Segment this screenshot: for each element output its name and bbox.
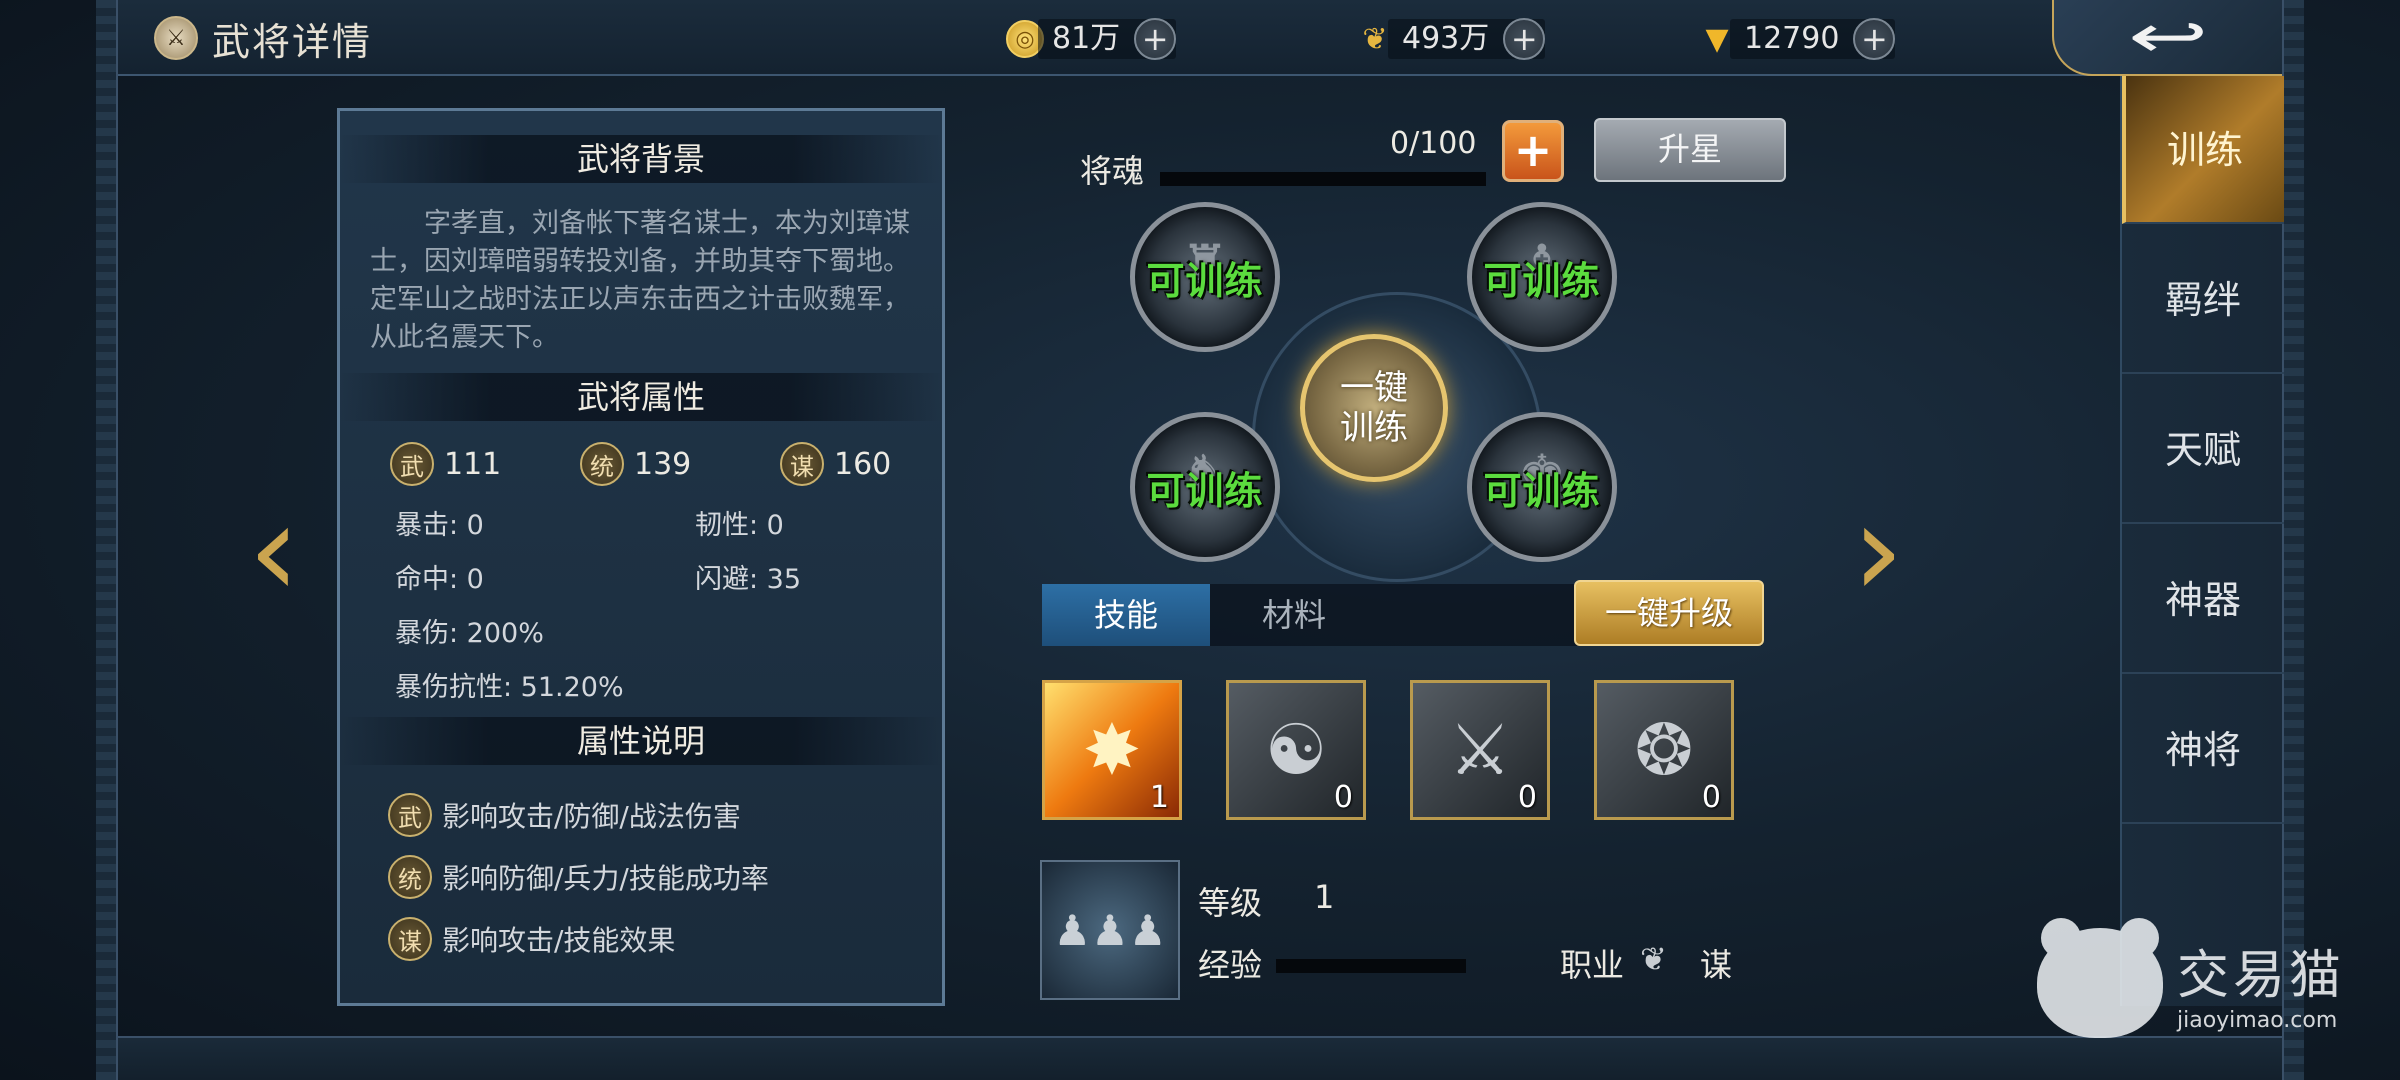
train-node-label: 可训练 xyxy=(1483,468,1601,513)
soul-label: 将魂 xyxy=(1080,152,1145,190)
coin-resource: ◎ 81万 + xyxy=(1006,18,1177,60)
train-node-label: 可训练 xyxy=(1146,468,1264,513)
desc-command: 统 影响防御/兵力/技能成功率 xyxy=(388,855,769,899)
background-title: 武将背景 xyxy=(340,135,942,183)
stat-martial: 武 111 xyxy=(390,442,501,486)
soul-value: 0/100 xyxy=(1390,126,1477,161)
background-text: 字孝直，刘备帐下著名谋士，本为刘璋谋士，因刘璋暗弱转投刘备，并助其夺下蜀地。定军… xyxy=(370,208,910,353)
training-area: 将魂 0/100 + 升星 ♜ 可训练 ♝ 可训练 ♞ 可训练 ♚ 可训练 一键… xyxy=(1000,102,1812,1012)
level-label: 等级 xyxy=(1198,884,1263,922)
watermark: 交易猫 jiaoyimao.com xyxy=(2036,918,2345,1038)
right-ornament-border xyxy=(2282,0,2304,1080)
main-stats-row: 武 111 统 139 谋 160 xyxy=(390,439,912,489)
skill-slot-1[interactable]: ✸ 1 xyxy=(1042,680,1182,820)
prev-general-arrow[interactable]: ‹ xyxy=(248,470,300,630)
hit-stat: 命中: 0 xyxy=(395,564,484,595)
bottom-bar xyxy=(118,1036,2282,1080)
command-icon: 统 xyxy=(388,855,432,899)
crit-damage-stat: 暴伤: 200% xyxy=(395,618,544,649)
watermark-en: jiaoyimao.com xyxy=(2176,1008,2338,1033)
title-group: ⚔ 武将详情 xyxy=(154,10,372,66)
top-bar: ⚔ 武将详情 ◎ 81万 + ❦ 493万 + ▼ 12790 + ↩ xyxy=(118,0,2282,76)
general-helmet-icon: ⚔ xyxy=(154,16,198,60)
nav-item-train[interactable]: 训练 xyxy=(2122,76,2284,224)
nav-item-talent[interactable]: 天赋 xyxy=(2122,376,2284,524)
train-node-top-right[interactable]: ♝ 可训练 xyxy=(1467,202,1617,352)
command-icon: 统 xyxy=(580,442,624,486)
attr-desc-title: 属性说明 xyxy=(340,717,942,765)
tab-skill[interactable]: 技能 xyxy=(1042,584,1210,646)
crit-resist-stat: 暴伤抗性: 51.20% xyxy=(395,672,624,703)
desc-strategy: 谋 影响攻击/技能效果 xyxy=(388,917,675,961)
level-value: 1 xyxy=(1314,878,1335,916)
stat-strategy-value: 160 xyxy=(834,446,892,482)
stat-command-value: 139 xyxy=(634,446,692,482)
soul-progress-bar xyxy=(1160,172,1486,186)
one-key-train-button[interactable]: 一键 训练 xyxy=(1300,334,1448,482)
watermark-cn: 交易猫 xyxy=(2176,946,2345,1006)
back-arrow-icon: ↩ xyxy=(2127,2,2209,72)
soul-add-button[interactable]: + xyxy=(1502,120,1564,182)
skill-level: 0 xyxy=(1701,780,1721,815)
skill-slot-4[interactable]: ❂ 0 xyxy=(1594,680,1734,820)
troop-portrait[interactable]: ♟♟♟ xyxy=(1040,860,1180,1000)
job-label: 职业 xyxy=(1560,946,1625,984)
stat-strategy: 谋 160 xyxy=(780,442,891,486)
nav-item-artifact[interactable]: 神器 xyxy=(2122,526,2284,674)
skill-level: 0 xyxy=(1517,780,1537,815)
one-key-line1: 一键 xyxy=(1340,368,1408,408)
back-button[interactable]: ↩ xyxy=(2052,0,2282,76)
strategy-icon: 谋 xyxy=(388,917,432,961)
dodge-stat: 闪避: 35 xyxy=(695,564,802,595)
stat-martial-value: 111 xyxy=(444,446,502,482)
star-up-button[interactable]: 升星 xyxy=(1594,118,1786,182)
general-info-panel: 武将背景 字孝直，刘备帐下著名谋士，本为刘璋谋士，因刘璋暗弱转投刘备，并助其夺下… xyxy=(337,108,945,1006)
strategy-icon: 谋 xyxy=(780,442,824,486)
exp-progress-bar xyxy=(1276,959,1466,973)
page-title: 武将详情 xyxy=(212,19,373,64)
grain-resource: ❦ 493万 + xyxy=(1356,18,1546,60)
skill-slot-3[interactable]: ⚔ 0 xyxy=(1410,680,1550,820)
tab-material[interactable]: 材料 xyxy=(1210,584,1378,646)
skill-level: 0 xyxy=(1333,780,1353,815)
side-nav: 训练 羁绊 天赋 神器 神将 xyxy=(2120,76,2284,1006)
skill-level: 1 xyxy=(1149,780,1169,815)
martial-icon: 武 xyxy=(388,793,432,837)
nav-item-bond[interactable]: 羁绊 xyxy=(2122,226,2284,374)
feather-fan-icon: ❦ xyxy=(1640,940,1667,978)
train-node-label: 可训练 xyxy=(1146,258,1264,303)
attributes-title: 武将属性 xyxy=(340,373,942,421)
desc-command-text: 影响防御/兵力/技能成功率 xyxy=(442,862,769,895)
one-key-upgrade-button[interactable]: 一键升级 xyxy=(1574,580,1764,646)
train-node-bottom-right[interactable]: ♚ 可训练 xyxy=(1467,412,1617,562)
ingot-resource: ▼ 12790 + xyxy=(1698,18,1896,60)
exp-label: 经验 xyxy=(1198,946,1263,984)
crit-stat: 暴击: 0 xyxy=(395,510,484,541)
left-ornament-border xyxy=(96,0,118,1080)
desc-strategy-text: 影响攻击/技能效果 xyxy=(442,924,676,957)
soldiers-icon: ♟♟♟ xyxy=(1053,905,1167,955)
martial-icon: 武 xyxy=(390,442,434,486)
desc-martial-text: 影响攻击/防御/战法伤害 xyxy=(442,800,741,833)
job-value: 谋 xyxy=(1700,946,1733,984)
skill-slot-2[interactable]: ☯ 0 xyxy=(1226,680,1366,820)
nav-item-divine-general[interactable]: 神将 xyxy=(2122,676,2284,824)
one-key-line2: 训练 xyxy=(1340,408,1408,448)
stat-command: 统 139 xyxy=(580,442,691,486)
next-general-arrow[interactable]: › xyxy=(1852,470,1904,630)
watermark-text: 交易猫 jiaoyimao.com xyxy=(2177,933,2345,1033)
grain-plus-button[interactable]: + xyxy=(1503,18,1546,60)
cat-logo-icon xyxy=(2036,918,2163,1038)
desc-martial: 武 影响攻击/防御/战法伤害 xyxy=(388,793,741,837)
coin-plus-button[interactable]: + xyxy=(1134,18,1177,60)
train-node-bottom-left[interactable]: ♞ 可训练 xyxy=(1130,412,1280,562)
train-node-label: 可训练 xyxy=(1483,258,1601,303)
train-node-top-left[interactable]: ♜ 可训练 xyxy=(1130,202,1280,352)
toughness-stat: 韧性: 0 xyxy=(695,510,784,541)
